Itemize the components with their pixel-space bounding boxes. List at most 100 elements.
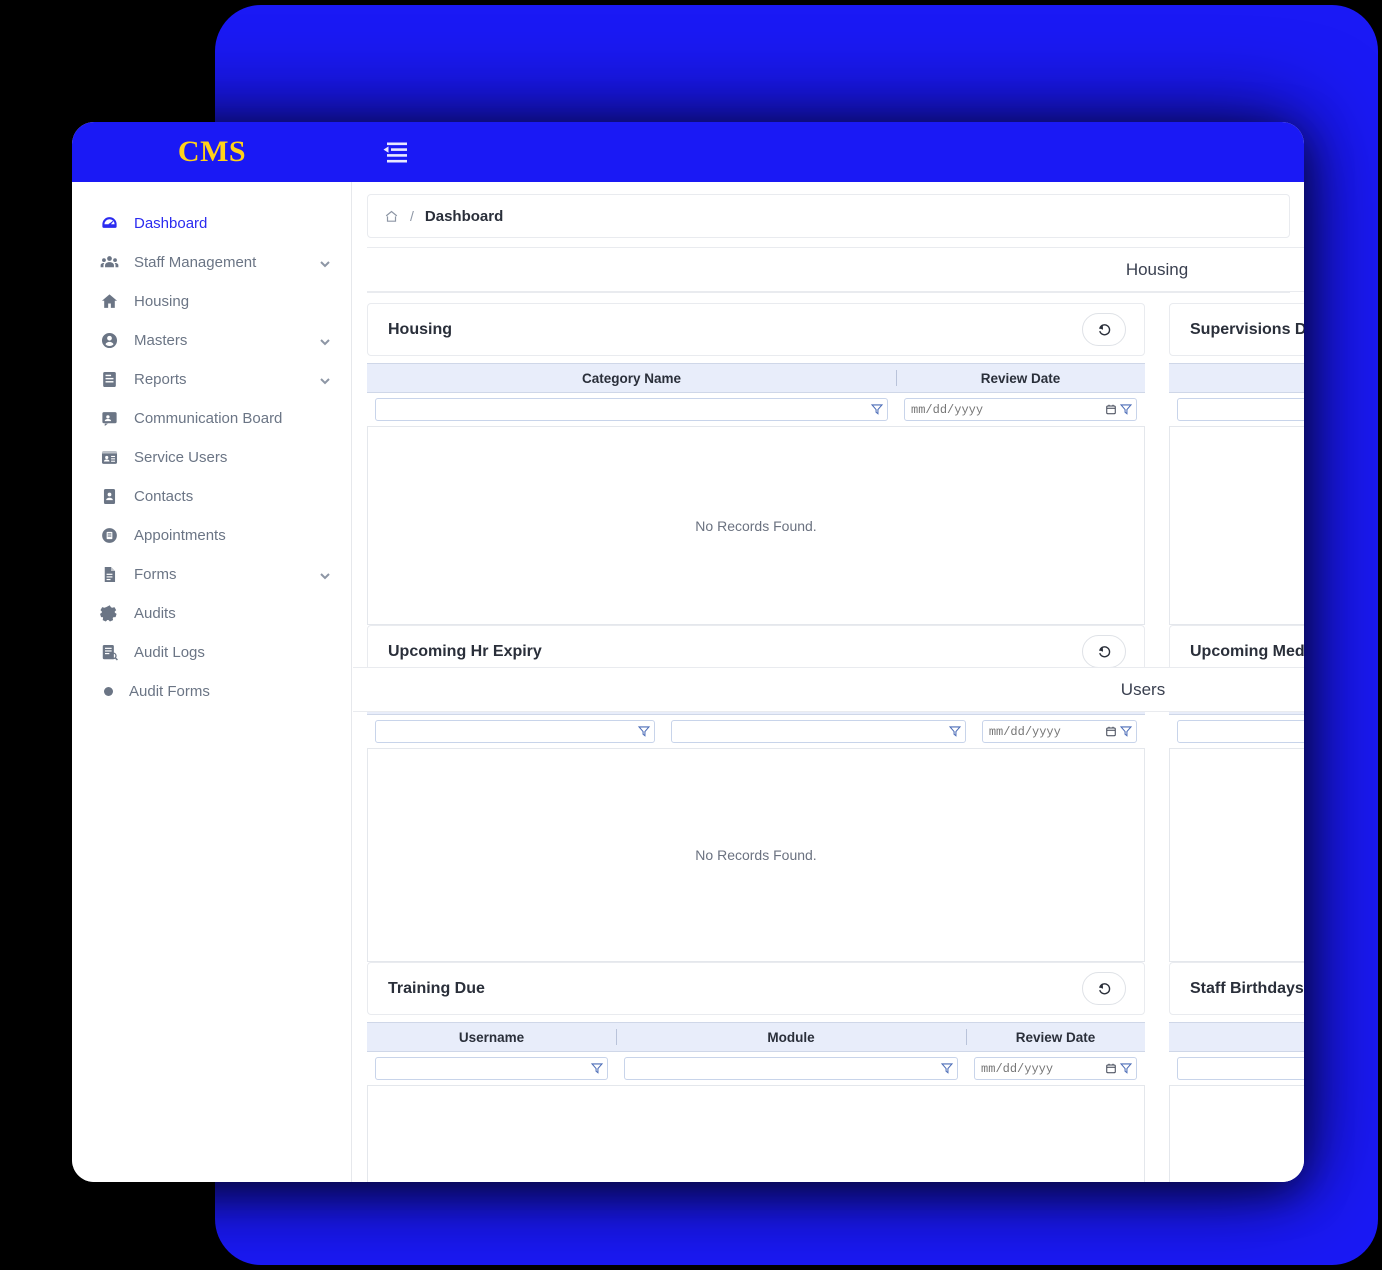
widget-table: Username Review Date xyxy=(1169,363,1304,427)
calendar-icon[interactable] xyxy=(1105,1062,1117,1075)
sidebar-item-audit-forms[interactable]: Audit Forms xyxy=(72,672,351,711)
filter-input-username[interactable] xyxy=(375,1057,608,1080)
filter-funnel-icon[interactable] xyxy=(590,1061,604,1075)
filter-cell xyxy=(966,1051,1145,1086)
filter-funnel-icon[interactable] xyxy=(948,724,962,738)
calendar-icon[interactable] xyxy=(1105,403,1117,416)
application-window: CMS Dashboard Staff Management Housing M… xyxy=(72,122,1304,1182)
widget-title: Training Due xyxy=(388,979,485,997)
table-column-header[interactable]: Category Name xyxy=(367,363,897,393)
widget-upcoming-medication-expiry: Upcoming Medication Expiry Username Revi… xyxy=(1169,625,1304,962)
gear-icon xyxy=(98,603,120,625)
calendar-icon[interactable] xyxy=(1105,725,1117,738)
table-header-row: Username Module Review Date xyxy=(367,1022,1145,1052)
table-filter-row xyxy=(1169,714,1304,749)
table-filter-row xyxy=(367,1051,1145,1086)
filter-input-username[interactable] xyxy=(1177,720,1304,743)
table-column-header[interactable]: Review Date xyxy=(896,363,1145,393)
widget-title: Staff Birthdays xyxy=(1190,979,1304,997)
table-column-header[interactable]: Review Date xyxy=(966,1022,1145,1052)
filter-input-review-date[interactable] xyxy=(904,398,1137,421)
sidebar-item-service-users[interactable]: Service Users xyxy=(72,438,351,477)
filter-input-username[interactable] xyxy=(1177,398,1304,421)
filter-funnel-icon[interactable] xyxy=(637,724,651,738)
refresh-icon[interactable] xyxy=(1082,313,1126,346)
widget-column-right: Supervisions Due Username Review Date xyxy=(1169,303,1304,1182)
sidebar-item-audits[interactable]: Audits xyxy=(72,594,351,633)
table-header-row: Username Review Date xyxy=(1169,685,1304,715)
sidebar-item-staff-management[interactable]: Staff Management xyxy=(72,243,351,282)
sidebar-item-forms[interactable]: Forms xyxy=(72,555,351,594)
filter-funnel-icon[interactable] xyxy=(870,402,884,416)
widget-training-due: Training Due Username Module Review Date xyxy=(367,962,1145,1182)
sidebar-item-housing[interactable]: Housing xyxy=(72,282,351,321)
sidebar-item-appointments[interactable]: Appointments xyxy=(72,516,351,555)
table-column-header[interactable]: Category xyxy=(662,685,974,715)
widget-header: Supervisions Due xyxy=(1169,303,1304,356)
sidebar-item-label: Audit Forms xyxy=(129,683,210,700)
filter-cell xyxy=(367,392,897,427)
table-filter-row xyxy=(367,714,1145,749)
table-filter-row xyxy=(367,392,1145,427)
empty-state-message: No Records Found. xyxy=(1169,749,1304,962)
widget-supervisions-due: Supervisions Due Username Review Date xyxy=(1169,303,1304,625)
filter-input-module[interactable] xyxy=(623,1057,959,1080)
sidebar-navigation: Dashboard Staff Management Housing Maste… xyxy=(72,182,352,1182)
sidebar-item-contacts[interactable]: Contacts xyxy=(72,477,351,516)
sidebar-item-masters[interactable]: Masters xyxy=(72,321,351,360)
widget-column-left: Housing Category Name Review Date mm/dd/… xyxy=(367,303,1145,1182)
menu-collapse-icon[interactable] xyxy=(380,139,410,165)
filter-cell xyxy=(662,714,974,749)
sidebar-item-label: Appointments xyxy=(134,527,226,544)
widget-header: Staff Birthdays xyxy=(1169,962,1304,1015)
table-column-header[interactable]: Username xyxy=(1169,685,1304,715)
filter-input-category[interactable] xyxy=(670,720,966,743)
sidebar-item-label: Audits xyxy=(134,605,176,622)
table-header-row: Username Category Review Date xyxy=(367,685,1145,715)
home-icon[interactable] xyxy=(384,209,399,224)
widget-table: Username Module Review Date xyxy=(367,1022,1145,1086)
sidebar-item-reports[interactable]: Reports xyxy=(72,360,351,399)
filter-cell xyxy=(973,714,1145,749)
table-column-header[interactable]: Module xyxy=(615,1022,967,1052)
refresh-icon[interactable] xyxy=(1082,972,1126,1005)
filter-cell xyxy=(896,392,1145,427)
breadcrumb-current: Dashboard xyxy=(424,207,504,225)
filter-input-username[interactable] xyxy=(375,720,655,743)
chevron-down-icon[interactable] xyxy=(319,374,331,386)
sidebar-item-dashboard[interactable]: Dashboard xyxy=(72,204,351,243)
sidebar-item-label: Communication Board xyxy=(134,410,283,427)
filter-cell xyxy=(367,714,663,749)
sidebar-item-audit-logs[interactable]: Audit Logs xyxy=(72,633,351,672)
report-icon xyxy=(98,369,120,391)
widget-header: Upcoming Medication Expiry xyxy=(1169,625,1304,678)
filter-input-category-name[interactable] xyxy=(375,398,889,421)
table-column-header[interactable]: Username xyxy=(1169,363,1304,393)
table-header-row: Username Date Of Birth xyxy=(1169,1022,1304,1052)
home-icon xyxy=(98,291,120,313)
filter-funnel-icon[interactable] xyxy=(1119,724,1133,738)
sidebar-item-label: Housing xyxy=(134,293,190,310)
table-column-header[interactable]: Username xyxy=(1169,1022,1304,1052)
filter-funnel-icon[interactable] xyxy=(1119,1061,1133,1075)
table-header-row: Username Review Date xyxy=(1169,363,1304,393)
filter-funnel-icon[interactable] xyxy=(1119,402,1133,416)
chevron-down-icon[interactable] xyxy=(319,257,331,269)
table-column-header[interactable]: Review Date xyxy=(973,685,1145,715)
chevron-down-icon[interactable] xyxy=(319,569,331,581)
widget-header: Training Due xyxy=(367,962,1145,1015)
table-filter-row xyxy=(1169,392,1304,427)
refresh-icon[interactable] xyxy=(1082,635,1126,668)
filter-input-username[interactable] xyxy=(1177,1057,1304,1080)
sidebar-item-communication-board[interactable]: Communication Board xyxy=(72,399,351,438)
table-column-header[interactable]: Username xyxy=(367,685,663,715)
table-column-header[interactable]: Username xyxy=(367,1022,616,1052)
chevron-down-icon[interactable] xyxy=(319,335,331,347)
widget-upcoming-hr-expiry: Upcoming Hr Expiry Username Category Rev… xyxy=(367,625,1145,962)
section-title-strip: Housing xyxy=(367,247,1304,293)
filter-funnel-icon[interactable] xyxy=(940,1061,954,1075)
sidebar-item-label: Service Users xyxy=(134,449,228,466)
speedometer-icon xyxy=(98,213,120,235)
user-circle-icon xyxy=(98,330,120,352)
filter-cell xyxy=(1169,714,1304,749)
